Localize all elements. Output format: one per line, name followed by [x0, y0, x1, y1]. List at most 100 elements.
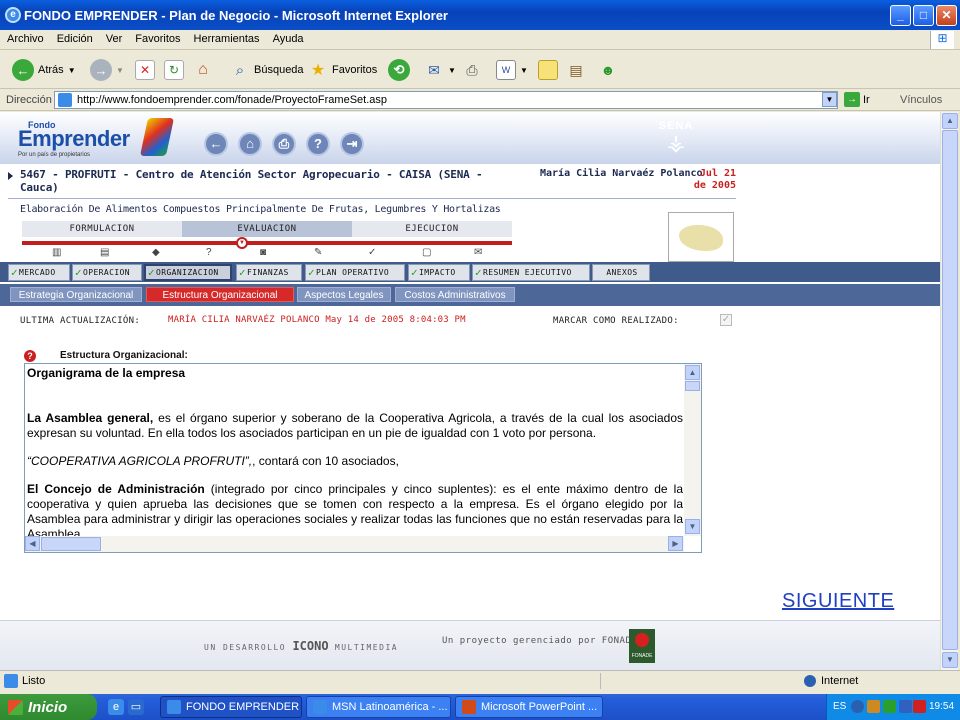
document-icon: ▥ — [52, 247, 62, 258]
network-icon[interactable] — [867, 700, 880, 713]
back-nav-icon[interactable]: ← — [204, 132, 228, 156]
subtab-aspectos-legales[interactable]: Aspectos Legales — [297, 287, 391, 302]
subtab-estrategia[interactable]: Estrategia Organizacional — [10, 287, 142, 302]
edit-button[interactable]: W ▼ — [496, 59, 528, 81]
address-bar: Dirección http://www.fondoemprender.com/… — [0, 89, 960, 111]
menu-herramientas[interactable]: Herramientas — [187, 30, 266, 45]
menu-favoritos[interactable]: Favoritos — [128, 30, 186, 45]
favorites-button[interactable]: ★ Favoritos — [308, 59, 377, 81]
refresh-button[interactable]: ↻ — [164, 59, 184, 81]
phase-formulacion[interactable]: FORMULACION — [22, 221, 182, 237]
subtab-estructura[interactable]: Estructura Organizacional — [146, 287, 294, 302]
tab-resumen-ejecutivo[interactable]: ✓ RESUMEN EJECUTIVO — [472, 264, 590, 281]
close-button[interactable]: ✕ — [936, 5, 957, 26]
site-header: Fondo Emprender Por un país de propietar… — [0, 112, 940, 164]
fondo-emprender-logo[interactable]: Fondo Emprender Por un país de propietar… — [18, 120, 130, 158]
menu-bar: Archivo Edición Ver Favoritos Herramientas Ay… — [0, 30, 960, 50]
task-powerpoint[interactable]: Microsoft PowerPoint ... — [455, 696, 603, 718]
check-icon: ✓ — [411, 266, 419, 279]
start-button[interactable]: Inicio — [0, 694, 97, 720]
menu-archivo[interactable]: Archivo — [0, 30, 50, 45]
print-button[interactable]: ⎙ — [462, 59, 482, 81]
home-button[interactable]: ⌂ — [193, 59, 213, 81]
links-label[interactable]: Vínculos — [900, 94, 942, 106]
tab-finanzas[interactable]: ✓ FINANZAS — [236, 264, 302, 281]
phase-bar: FORMULACION EVALUACION EJECUCION — [22, 221, 512, 241]
task-msn[interactable]: MSN Latinoamérica - ... — [306, 696, 451, 718]
history-icon: ⟲ — [388, 59, 410, 81]
menu-ayuda[interactable]: Ayuda — [266, 30, 310, 45]
tab-anexos[interactable]: ANEXOS — [592, 264, 650, 281]
mail-icon: ✉ — [428, 61, 440, 78]
scroll-down-icon[interactable]: ▼ — [685, 519, 700, 534]
stop-button[interactable]: ✕ — [135, 59, 155, 81]
fonade-logo: FONADE — [629, 629, 655, 663]
help-nav-icon[interactable]: ? — [306, 132, 330, 156]
editor-vertical-scrollbar[interactable]: ▲ ▼ — [684, 364, 701, 536]
mail-button[interactable]: ✉ ▼ — [424, 59, 456, 81]
forward-button[interactable]: → ▼ — [90, 59, 124, 81]
tray-arrow-icon[interactable] — [851, 700, 864, 713]
scroll-left-icon[interactable]: ◀ — [25, 536, 40, 551]
help-icon[interactable]: ? — [24, 350, 36, 362]
print-nav-icon[interactable]: ⎙ — [272, 132, 296, 156]
search-button[interactable]: ⌕ Búsqueda — [230, 59, 304, 81]
word-icon: W — [496, 60, 516, 80]
title-bar: e FONDO EMPRENDER - Plan de Negocio - Mi… — [0, 0, 960, 30]
hscroll-thumb[interactable] — [41, 537, 101, 551]
language-indicator[interactable]: ES — [833, 701, 846, 712]
address-dropdown-button[interactable]: ▼ — [822, 92, 837, 107]
volume-icon[interactable] — [883, 700, 896, 713]
flag-logo-icon — [139, 118, 175, 156]
scroll-up-icon[interactable]: ▲ — [942, 113, 958, 129]
messenger-tray-icon[interactable] — [899, 700, 912, 713]
address-input[interactable]: http://www.fondoemprender.com/fonade/Pro… — [54, 91, 838, 109]
tab-operacion[interactable]: ✓ OPERACION — [72, 264, 142, 281]
page-scroll-thumb[interactable] — [942, 130, 958, 650]
managed-by: Un proyecto gerenciado por FONADE — [442, 636, 638, 646]
sena-logo: SENA ⚶ — [652, 120, 700, 162]
home-nav-icon[interactable]: ⌂ — [238, 132, 262, 156]
windows-logo-icon — [8, 699, 23, 715]
subtab-costos[interactable]: Costos Administrativos — [395, 287, 515, 302]
exit-nav-icon[interactable]: ⇥ — [340, 132, 364, 156]
hat-icon: ◆ — [152, 247, 160, 258]
go-button[interactable]: → Ir — [844, 92, 870, 107]
scroll-down-icon[interactable]: ▼ — [942, 652, 958, 668]
ie-icon — [167, 700, 181, 714]
arrow-right-icon — [8, 172, 13, 180]
scroll-thumb[interactable] — [685, 381, 700, 391]
minimize-button[interactable]: _ — [890, 5, 911, 26]
editor-content[interactable]: Organigrama de la empresa La Asamblea ge… — [27, 366, 683, 536]
phase-evaluacion[interactable]: EVALUACION — [182, 221, 352, 237]
check-icon: ✓ — [239, 266, 247, 279]
scroll-up-icon[interactable]: ▲ — [685, 365, 700, 380]
ie-quicklaunch-icon[interactable]: e — [108, 699, 124, 715]
tab-plan-operativo[interactable]: ✓ PLAN OPERATIVO — [305, 264, 405, 281]
menu-ver[interactable]: Ver — [99, 30, 129, 45]
discuss-button[interactable] — [538, 59, 558, 81]
check-icon: ✓ — [308, 266, 316, 279]
antivirus-icon[interactable] — [913, 700, 926, 713]
tab-mercado[interactable]: ✓ MERCADO — [8, 264, 70, 281]
ie-icon: e — [5, 7, 21, 23]
maximize-button[interactable]: □ — [913, 5, 934, 26]
next-link[interactable]: SIGUIENTE — [782, 590, 894, 613]
tab-organizacion[interactable]: ✓ ORGANIZACION — [144, 264, 232, 281]
history-button[interactable]: ⟲ — [388, 59, 410, 81]
back-button[interactable]: ← Atrás ▼ — [12, 59, 76, 81]
editor-horizontal-scrollbar[interactable]: ◀ ▶ — [25, 536, 684, 552]
desktop-quicklaunch-icon[interactable]: ▭ — [128, 699, 144, 715]
menu-edicion[interactable]: Edición — [50, 30, 99, 45]
back-arrow-icon: ← — [12, 59, 34, 81]
powerpoint-icon — [462, 700, 476, 714]
mark-done-checkbox[interactable]: ✓ — [720, 314, 732, 326]
phase-ejecucion[interactable]: EJECUCION — [352, 221, 512, 237]
page-vertical-scrollbar[interactable]: ▲ ▼ — [940, 112, 958, 670]
research-button[interactable]: ▤ — [566, 59, 586, 81]
rich-text-editor[interactable]: Organigrama de la empresa La Asamblea ge… — [24, 363, 702, 553]
scroll-right-icon[interactable]: ▶ — [668, 536, 683, 551]
messenger-button[interactable]: ☻ — [598, 59, 618, 81]
task-fondo-emprender[interactable]: FONDO EMPRENDER ... — [160, 696, 302, 718]
tab-impacto[interactable]: ✓ IMPACTO — [408, 264, 470, 281]
